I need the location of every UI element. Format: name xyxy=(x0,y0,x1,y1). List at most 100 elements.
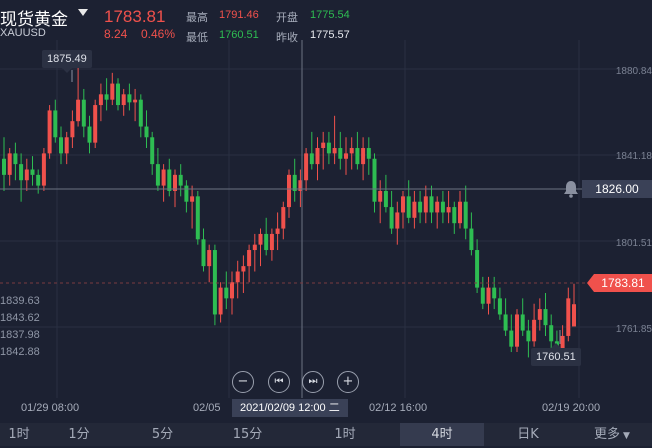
candle-body xyxy=(378,190,383,202)
crosshair-price-label: 1826.00 xyxy=(582,180,652,198)
more-dropdown[interactable]: 更多 ▼ xyxy=(572,423,652,446)
candle-body xyxy=(138,99,143,127)
candle-body xyxy=(167,169,172,191)
candle-body xyxy=(36,174,41,186)
candle-body xyxy=(458,201,462,224)
tab-period[interactable]: 日K xyxy=(484,423,572,446)
candle-body xyxy=(150,137,155,165)
candle-body xyxy=(418,201,423,213)
candle-body xyxy=(224,287,229,299)
candle-body xyxy=(252,244,257,251)
candle-body xyxy=(440,201,445,213)
candle-body xyxy=(497,298,502,315)
candle-body xyxy=(281,207,286,229)
zoom-out-button[interactable]: − xyxy=(232,371,254,393)
skip-back-button[interactable]: ⏮ xyxy=(268,371,290,393)
low-value: 1760.51 xyxy=(219,29,259,41)
bell-icon[interactable] xyxy=(563,180,579,198)
candle-body xyxy=(195,196,200,240)
x-tick-label: 01/29 08:00 xyxy=(21,402,80,414)
candle-body xyxy=(247,250,252,267)
candle-body xyxy=(190,196,195,202)
candle-body xyxy=(383,190,388,208)
kline-chart[interactable] xyxy=(0,0,652,446)
current-price: 1783.81 xyxy=(104,7,166,26)
candle-body xyxy=(161,169,166,186)
instrument-code: XAUUSD xyxy=(0,27,46,39)
candle-body xyxy=(13,153,18,165)
candle-body xyxy=(315,148,320,165)
candle-body xyxy=(81,99,86,127)
candle-body xyxy=(7,153,12,175)
candle-body xyxy=(566,298,571,336)
zoom-in-button[interactable]: + xyxy=(337,371,359,393)
ma-value: 1839.63 xyxy=(0,295,40,307)
candle-body xyxy=(503,314,508,331)
candle-body xyxy=(121,94,126,106)
candle-body xyxy=(258,233,263,245)
low-label: 最低 xyxy=(186,31,208,44)
skip-forward-button[interactable]: ⏭ xyxy=(302,371,324,393)
y-tick-label: 1761.85 xyxy=(615,324,652,335)
candle-body xyxy=(355,148,360,165)
candle-body xyxy=(475,250,480,288)
ma-value: 1837.98 xyxy=(0,329,40,341)
last-price-tag: 1783.81 xyxy=(587,274,652,292)
candle-body xyxy=(338,148,343,159)
candle-body xyxy=(19,164,24,181)
tab-period[interactable]: 1分 xyxy=(38,423,120,446)
ma-value: 1843.62 xyxy=(0,312,40,324)
candle-body xyxy=(116,83,120,106)
chevron-down-icon: ▼ xyxy=(623,431,630,441)
candle-body xyxy=(423,196,428,213)
candle-body xyxy=(184,185,189,202)
candle-body xyxy=(2,158,6,175)
candle-body xyxy=(537,309,542,320)
candle-body xyxy=(412,201,417,218)
candle-body xyxy=(87,126,92,143)
candle-body xyxy=(264,233,269,251)
candle-body xyxy=(321,142,326,149)
candle-body xyxy=(241,266,246,272)
candle-body xyxy=(372,158,377,202)
high-marker: 1875.49 xyxy=(42,50,92,73)
candle-body xyxy=(41,153,46,186)
period-tabs: 1时 1分 5分 15分 1时 4时 日K 更多 ▼ xyxy=(0,423,652,446)
high-value: 1791.46 xyxy=(219,9,259,21)
candle-body xyxy=(366,148,371,159)
candle-body xyxy=(218,287,223,315)
candle-body xyxy=(304,153,309,181)
candle-body xyxy=(572,304,576,327)
y-tick-label: 1880.84 xyxy=(615,66,652,77)
tab-period[interactable]: 1时 xyxy=(290,423,400,446)
ma-value: 1842.88 xyxy=(0,346,40,358)
candle-body xyxy=(230,282,234,299)
candle-body xyxy=(207,250,212,267)
candle-body xyxy=(406,196,411,218)
tab-period[interactable]: 15分 xyxy=(205,423,290,446)
x-tick-label: 02/05 xyxy=(193,402,221,414)
candle-body xyxy=(144,126,149,138)
y-tick-label: 1801.51 xyxy=(615,238,652,249)
candle-body xyxy=(110,83,115,100)
candle-body xyxy=(104,94,109,100)
tab-period[interactable]: 5分 xyxy=(120,423,205,446)
candle-body xyxy=(24,169,29,181)
candle-body xyxy=(127,94,132,103)
candle-body xyxy=(235,271,240,283)
candle-body xyxy=(344,153,348,159)
candle-body xyxy=(133,99,138,103)
candle-body xyxy=(520,314,525,331)
candle-body xyxy=(509,330,514,347)
chevron-down-icon[interactable] xyxy=(78,9,88,16)
candle-body xyxy=(76,99,81,122)
candle-body xyxy=(480,287,485,304)
candle-body xyxy=(47,110,52,154)
tab-period[interactable]: 1时 xyxy=(0,423,38,446)
crosshair-date-label: 2021/02/09 12:00 二 xyxy=(232,399,348,417)
candle-body xyxy=(543,309,548,326)
candle-body xyxy=(389,207,394,229)
tab-period-active[interactable]: 4时 xyxy=(400,423,484,446)
candle-series xyxy=(2,59,576,366)
open-label: 开盘 xyxy=(276,11,298,24)
